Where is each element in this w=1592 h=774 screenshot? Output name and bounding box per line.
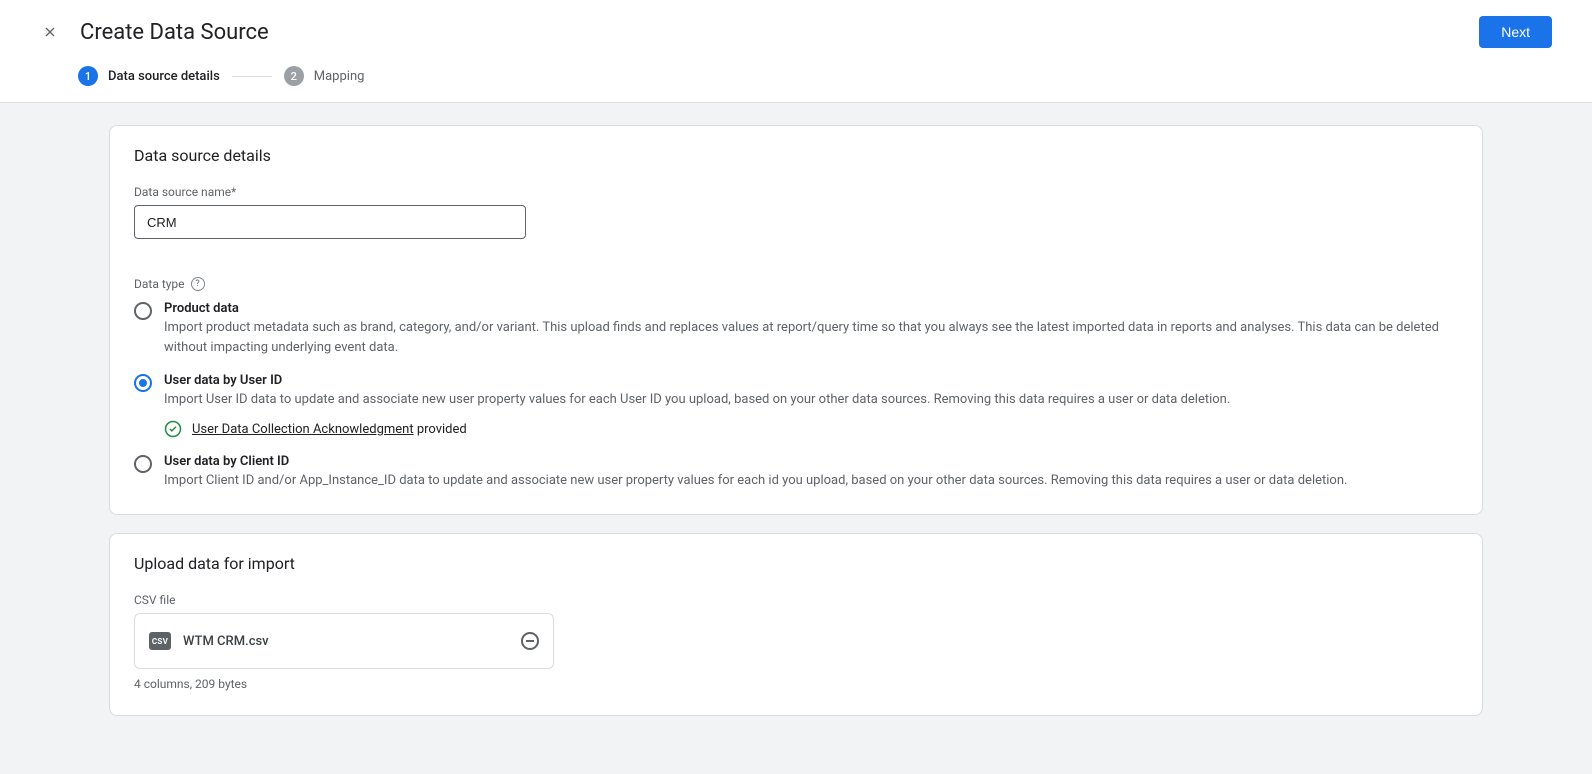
radio-option-client-id: User data by Client ID Import Client ID … (134, 454, 1458, 491)
file-name: WTM CRM.csv (183, 634, 509, 649)
help-icon[interactable]: ? (191, 277, 205, 291)
step-divider (232, 76, 272, 77)
radio-product-data[interactable] (134, 302, 152, 320)
csv-file-label: CSV file (134, 593, 1458, 607)
radio-product-desc: Import product metadata such as brand, c… (164, 318, 1458, 357)
upload-card-title: Upload data for import (134, 554, 1458, 573)
file-meta: 4 columns, 209 bytes (134, 677, 1458, 691)
radio-product-title: Product data (164, 301, 1458, 316)
acknowledgment-link[interactable]: User Data Collection Acknowledgment (192, 422, 414, 437)
csv-icon: CSV (149, 632, 171, 650)
step-1[interactable]: 1 Data source details (78, 66, 220, 86)
check-circle-icon (164, 420, 182, 438)
page-title: Create Data Source (80, 20, 269, 45)
radio-option-product-data: Product data Import product metadata suc… (134, 301, 1458, 357)
radio-client-id[interactable] (134, 455, 152, 473)
next-button[interactable]: Next (1479, 16, 1552, 48)
details-card-title: Data source details (134, 146, 1458, 165)
data-source-details-card: Data source details Data source name* Da… (109, 125, 1483, 515)
radio-user-id-desc: Import User ID data to update and associ… (164, 390, 1458, 410)
stepper: 1 Data source details 2 Mapping (0, 60, 1592, 103)
radio-option-user-id: User data by User ID Import User ID data… (134, 373, 1458, 438)
close-icon[interactable] (40, 22, 60, 42)
radio-client-id-desc: Import Client ID and/or App_Instance_ID … (164, 471, 1458, 491)
step-2[interactable]: 2 Mapping (284, 66, 365, 86)
file-box: CSV WTM CRM.csv (134, 613, 554, 669)
upload-card: Upload data for import CSV file CSV WTM … (109, 533, 1483, 716)
radio-user-id-title: User data by User ID (164, 373, 1458, 388)
data-source-name-input[interactable] (134, 205, 526, 239)
step-2-circle: 2 (284, 66, 304, 86)
data-type-label: Data type (134, 277, 185, 291)
step-1-circle: 1 (78, 66, 98, 86)
data-source-name-label: Data source name* (134, 185, 1458, 199)
acknowledgment-suffix: provided (414, 422, 467, 437)
remove-file-icon[interactable] (521, 632, 539, 650)
radio-user-id[interactable] (134, 374, 152, 392)
step-2-label: Mapping (314, 69, 365, 84)
radio-client-id-title: User data by Client ID (164, 454, 1458, 469)
step-1-label: Data source details (108, 69, 220, 84)
